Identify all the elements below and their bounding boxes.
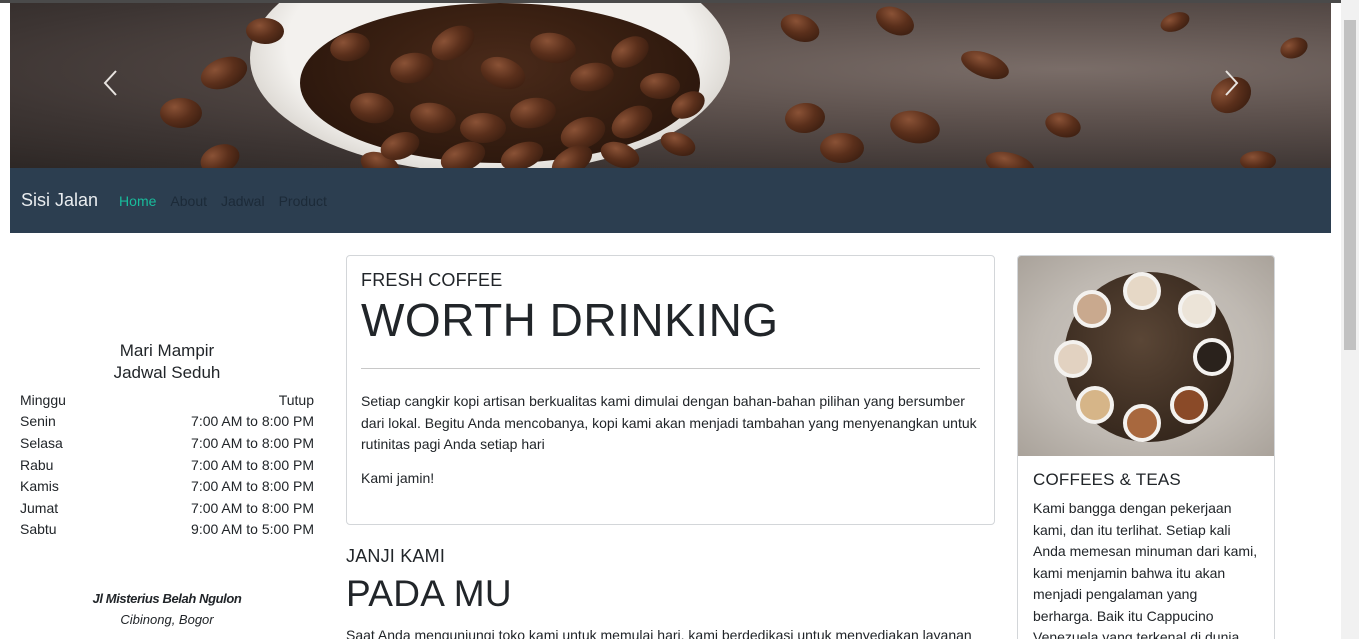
coffee-bean [460,113,506,143]
schedule-hours: 7:00 AM to 8:00 PM [191,434,314,451]
coffee-bean [196,50,252,96]
coffee-cup [1123,272,1161,310]
schedule-row: Kamis 7:00 AM to 8:00 PM [20,475,314,497]
schedule-hours: 7:00 AM to 8:00 PM [191,499,314,516]
side-card-text: Kami bangga dengan pekerjaan kami, dan i… [1033,500,1258,639]
schedule-day: Sabtu [20,521,57,538]
promise-headline: PADA MU [346,573,512,614]
navbar-brand[interactable]: Sisi Jalan [21,190,98,211]
coffee-bean [640,73,680,99]
schedule-hours: 7:00 AM to 8:00 PM [191,413,314,430]
nav-item-about[interactable]: About [170,193,207,209]
coffee-bean [820,133,864,163]
schedule-row: Jumat 7:00 AM to 8:00 PM [20,497,314,519]
schedule-day: Jumat [20,499,59,516]
schedule-day: Selasa [20,434,63,451]
chevron-left-icon [103,70,117,96]
coffee-bean [160,98,202,128]
schedule-day: Senin [20,413,56,430]
schedule-day: Kamis [20,478,59,495]
coffee-bean [982,146,1038,168]
coffee-cup [1123,404,1161,442]
schedule-row: Rabu 7:00 AM to 8:00 PM [20,454,314,476]
coffee-cup [1076,386,1114,424]
coffee-bean [1042,108,1084,142]
schedule-hours: Tutup [278,391,314,408]
schedule-hours: 7:00 AM to 8:00 PM [191,478,314,495]
coffee-bean [957,45,1013,85]
scrollbar-thumb[interactable] [1344,20,1356,350]
card-eyebrow: FRESH COFFEE [361,270,503,290]
coffee-cup [1170,386,1208,424]
divider [361,368,980,369]
address: Jl Misterius Belah Ngulon Cibinong, Bogo… [20,588,314,630]
schedule-row: Senin 7:00 AM to 8:00 PM [20,411,314,433]
schedule-table: Minggu Tutup Senin 7:00 AM to 8:00 PM Sela… [20,389,314,540]
schedule-day: Minggu [20,391,66,408]
coffee-bean [1240,151,1276,168]
coffee-bean [1277,33,1311,63]
coffee-bean [196,139,244,168]
schedule-hours: 9:00 AM to 5:00 PM [191,521,314,538]
nav-item-home[interactable]: Home [119,193,156,209]
schedule-title-line1: Mari Mampir [119,341,215,360]
coffee-bean [1157,8,1193,36]
schedule-row: Minggu Tutup [20,389,314,411]
card-tagline: Kami jamin! [361,469,435,486]
schedule-row: Sabtu 9:00 AM to 5:00 PM [20,519,314,541]
coffee-bean [783,101,827,135]
card-paragraph: Setiap cangkir kopi artisan berkualitas … [361,393,977,452]
promise-eyebrow: JANJI KAMI [346,546,446,566]
coffee-bean [887,106,943,148]
coffee-cup [1073,290,1111,328]
schedule-hours: 7:00 AM to 8:00 PM [191,456,314,473]
promise-section: JANJI KAMI PADA MU Saat Anda mengunjungi… [346,546,995,639]
schedule-title-line2: Jadwal Seduh [113,363,221,382]
nav-item-jadwal[interactable]: Jadwal [221,193,265,209]
coffee-cup [1193,338,1231,376]
side-card-title: COFFEES & TEAS [1033,470,1181,489]
nav-item-product[interactable]: Product [279,193,327,209]
coffee-cup [1178,290,1216,328]
carousel-next-button[interactable] [1216,63,1246,103]
address-street: Jl Misterius Belah Ngulon [92,591,242,606]
address-city: Cibinong, Bogor [120,612,214,627]
coffee-cups-photo [1018,256,1274,456]
coffee-bean [776,8,824,48]
hero-carousel [10,3,1331,168]
page-scrollbar[interactable] [1341,0,1359,639]
opening-hours: Mari Mampir Jadwal Seduh Minggu Tutup Sen… [20,340,314,540]
schedule-row: Selasa 7:00 AM to 8:00 PM [20,432,314,454]
fresh-coffee-card: FRESH COFFEE WORTH DRINKING Setiap cangk… [346,255,995,525]
carousel-prev-button[interactable] [96,63,126,103]
promise-paragraph: Saat Anda mengunjungi toko kami untuk me… [346,627,972,639]
coffees-teas-card: COFFEES & TEAS Kami bangga dengan pekerj… [1017,255,1275,639]
schedule-day: Rabu [20,456,54,473]
coffee-bean [871,3,919,42]
chevron-right-icon [1225,70,1239,96]
main-navbar: Sisi Jalan Home About Jadwal Product [10,168,1331,233]
coffee-cup [1054,340,1092,378]
card-headline: WORTH DRINKING [361,294,779,346]
